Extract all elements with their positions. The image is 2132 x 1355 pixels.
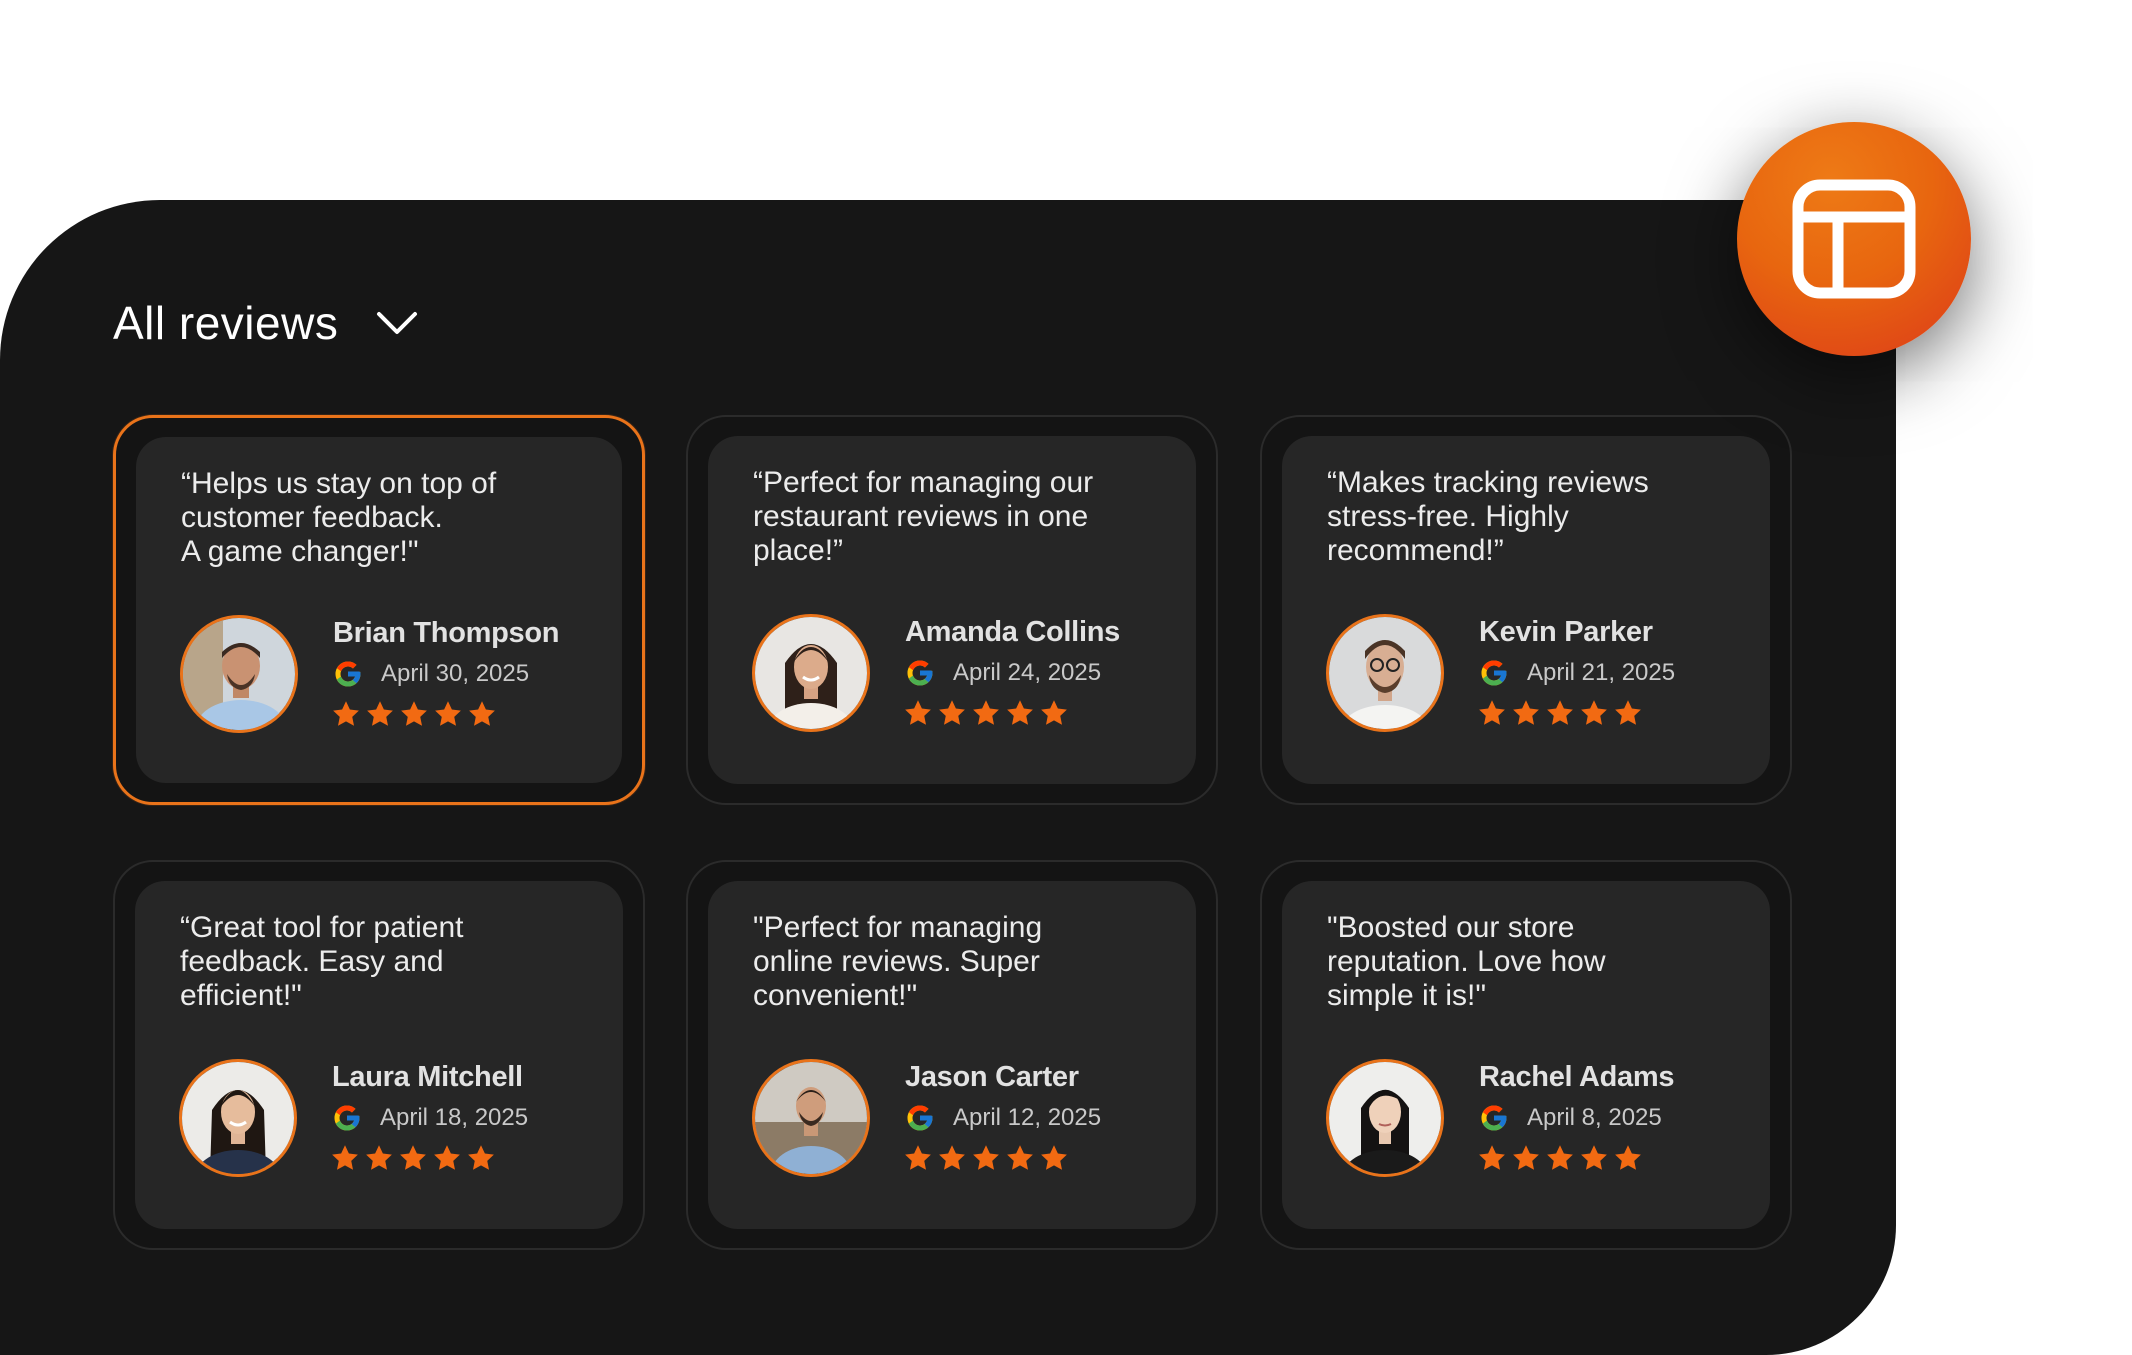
star-icon [366, 1145, 392, 1170]
star-rating [331, 699, 497, 729]
star-icon [435, 701, 461, 726]
avatar [180, 615, 298, 733]
star-icon [1007, 700, 1033, 725]
star-icon [1581, 700, 1607, 725]
google-icon [1481, 660, 1507, 686]
reviewer-name: Amanda Collins [905, 616, 1120, 648]
star-rating [1477, 698, 1643, 728]
star-icon [973, 700, 999, 725]
review-date: April 21, 2025 [1527, 659, 1676, 686]
google-icon [907, 660, 933, 686]
review-meta: April 18, 2025 [332, 1103, 528, 1133]
review-date: April 30, 2025 [381, 660, 530, 687]
star-icon [939, 700, 965, 725]
star-rating [903, 1143, 1069, 1173]
google-icon [1481, 1105, 1507, 1131]
review-card[interactable]: “Makes tracking reviews stress-free. Hig… [1260, 415, 1792, 805]
avatar [752, 1059, 870, 1177]
review-date: April 24, 2025 [953, 659, 1102, 686]
reviewer-name: Laura Mitchell [332, 1061, 523, 1093]
review-quote: “Helps us stay on top of customer feedba… [181, 467, 497, 568]
star-icon [905, 700, 931, 725]
reviews-panel: All reviews “Helps us stay on top of cus… [0, 200, 1896, 1355]
star-icon [1479, 1145, 1505, 1170]
review-quote: “Makes tracking reviews stress-free. Hig… [1327, 466, 1649, 567]
google-icon [335, 661, 361, 687]
review-date: April 8, 2025 [1527, 1104, 1662, 1131]
reviews-filter[interactable]: All reviews [113, 296, 418, 350]
star-icon [468, 1145, 494, 1170]
review-card-body: "Perfect for managing online reviews. Su… [708, 881, 1196, 1229]
avatar [752, 614, 870, 732]
review-quote: “Great tool for patient feedback. Easy a… [180, 911, 464, 1012]
star-icon [939, 1145, 965, 1170]
star-rating [903, 698, 1069, 728]
review-date: April 18, 2025 [380, 1104, 529, 1131]
widget-layout-icon [1792, 179, 1916, 299]
star-icon [434, 1145, 460, 1170]
review-card[interactable]: "Boosted our store reputation. Love how … [1260, 860, 1792, 1250]
star-icon [1513, 700, 1539, 725]
review-card[interactable]: "Perfect for managing online reviews. Su… [686, 860, 1218, 1250]
star-rating [330, 1143, 496, 1173]
review-quote: "Perfect for managing online reviews. Su… [753, 911, 1043, 1012]
star-icon [973, 1145, 999, 1170]
avatar [1326, 614, 1444, 732]
avatar [1326, 1059, 1444, 1177]
reviewer-name: Rachel Adams [1479, 1061, 1675, 1093]
reviewer-name: Brian Thompson [333, 617, 560, 649]
avatar [179, 1059, 297, 1177]
star-icon [1513, 1145, 1539, 1170]
review-card-body: “Perfect for managing our restaurant rev… [708, 436, 1196, 784]
google-icon [907, 1105, 933, 1131]
review-meta: April 30, 2025 [333, 659, 529, 689]
star-icon [1007, 1145, 1033, 1170]
reviewer-name: Kevin Parker [1479, 616, 1653, 648]
star-icon [333, 701, 359, 726]
star-icon [1041, 700, 1067, 725]
star-icon [1581, 1145, 1607, 1170]
review-date: April 12, 2025 [953, 1104, 1102, 1131]
star-icon [1615, 700, 1641, 725]
widget-badge[interactable] [1737, 122, 1971, 356]
review-meta: April 12, 2025 [905, 1103, 1101, 1133]
star-icon [1547, 700, 1573, 725]
star-icon [469, 701, 495, 726]
review-meta: April 8, 2025 [1479, 1103, 1662, 1133]
review-meta: April 24, 2025 [905, 658, 1101, 688]
review-card-body: "Boosted our store reputation. Love how … [1282, 881, 1770, 1229]
star-icon [1615, 1145, 1641, 1170]
star-icon [1547, 1145, 1573, 1170]
review-card[interactable]: “Perfect for managing our restaurant rev… [686, 415, 1218, 805]
star-icon [905, 1145, 931, 1170]
google-icon [334, 1105, 360, 1131]
review-quote: “Perfect for managing our restaurant rev… [753, 466, 1094, 567]
star-icon [1041, 1145, 1067, 1170]
star-rating [1477, 1143, 1643, 1173]
chevron-down-icon[interactable] [376, 310, 418, 336]
star-icon [332, 1145, 358, 1170]
review-meta: April 21, 2025 [1479, 658, 1675, 688]
review-card-body: “Helps us stay on top of customer feedba… [136, 437, 622, 783]
star-icon [401, 701, 427, 726]
review-card[interactable]: “Great tool for patient feedback. Easy a… [113, 860, 645, 1250]
reviews-filter-label: All reviews [113, 297, 339, 349]
reviewer-name: Jason Carter [905, 1061, 1079, 1093]
review-card[interactable]: “Helps us stay on top of customer feedba… [113, 415, 645, 805]
review-card-body: “Makes tracking reviews stress-free. Hig… [1282, 436, 1770, 784]
star-icon [1479, 700, 1505, 725]
star-icon [367, 701, 393, 726]
review-card-body: “Great tool for patient feedback. Easy a… [135, 881, 623, 1229]
review-quote: "Boosted our store reputation. Love how … [1327, 911, 1606, 1012]
star-icon [400, 1145, 426, 1170]
